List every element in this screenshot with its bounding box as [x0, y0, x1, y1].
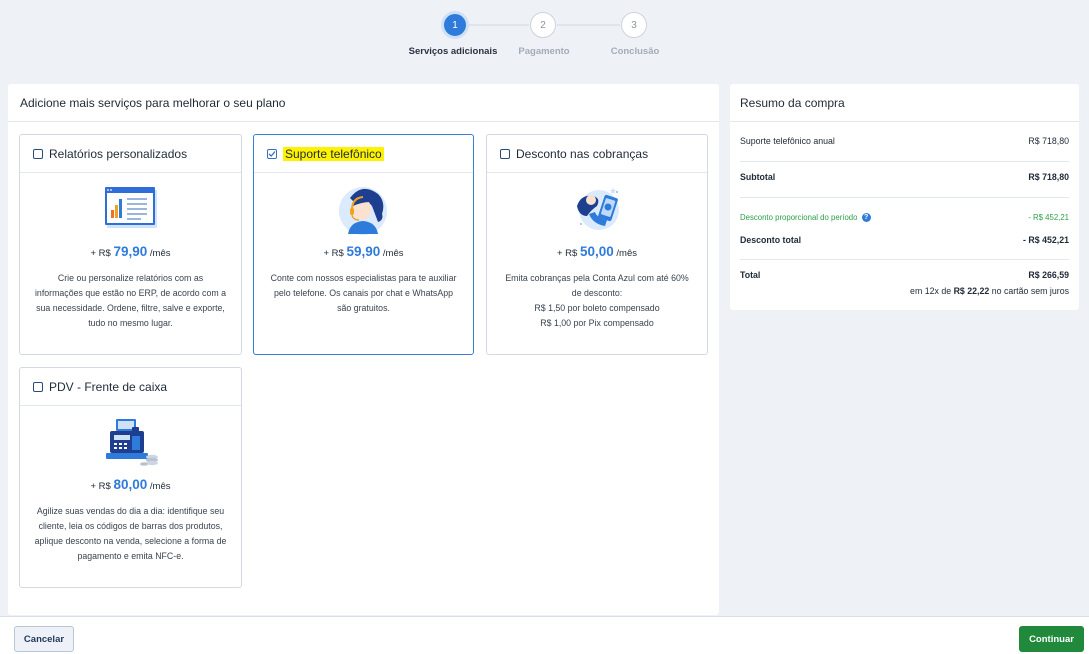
- description-line: sua necessidade. Ordene, filtre, salve e…: [36, 303, 225, 313]
- service-description: Emita cobranças pela Conta Azul com até …: [487, 271, 707, 331]
- progress-stepper: 1 2 3 Serviços adicionais Pagamento Conc…: [0, 6, 1089, 66]
- description-line: tudo no mesmo lugar.: [88, 318, 173, 328]
- service-name: Suporte telefônico: [283, 146, 384, 161]
- services-panel: Adicione mais serviços para melhorar o s…: [8, 84, 719, 615]
- service-card-header[interactable]: Relatórios personalizados: [20, 135, 241, 173]
- step-1-circle: 1: [441, 11, 469, 39]
- summary-item-label: Suporte telefônico anual: [740, 136, 835, 146]
- installments-prefix: em 12x de: [910, 286, 952, 296]
- support-agent-icon: [254, 184, 473, 236]
- service-description: Crie ou personalize relatórios com as in…: [20, 271, 241, 331]
- description-line: Emita cobranças pela Conta Azul com até …: [505, 273, 689, 283]
- cash-register-icon: [20, 417, 241, 469]
- price-suffix: /mês: [382, 248, 404, 259]
- prorata-label: Desconto proporcional do período: [740, 213, 858, 222]
- subtotal-label: Subtotal: [740, 172, 776, 182]
- service-price: + R$ 59,90 /mês: [254, 244, 473, 259]
- total-discount-label: Desconto total: [740, 235, 802, 245]
- service-card-pos[interactable]: PDV - Frente de caixa + R$ 80,00 /mês Ag…: [19, 367, 242, 588]
- service-name: Relatórios personalizados: [49, 146, 188, 161]
- step-2-circle: 2: [530, 12, 556, 38]
- service-card-header[interactable]: PDV - Frente de caixa: [20, 368, 241, 406]
- service-card-header[interactable]: Desconto nas cobranças: [487, 135, 707, 173]
- price-suffix: /mês: [149, 248, 171, 259]
- description-line: de desconto:: [571, 288, 623, 298]
- price-amount: 50,00: [579, 244, 614, 259]
- step-1-label: Serviços adicionais: [408, 46, 498, 57]
- service-description: Agilize suas vendas do dia a dia: identi…: [20, 504, 241, 564]
- help-icon[interactable]: ?: [861, 213, 871, 223]
- services-panel-title: Adicione mais serviços para melhorar o s…: [8, 84, 719, 122]
- service-price: + R$ 80,00 /mês: [20, 477, 241, 492]
- footer-bar: Cancelar Continuar: [0, 616, 1089, 654]
- price-prefix: + R$: [90, 248, 111, 259]
- description-line: pagamento e emita NFC-e.: [77, 551, 184, 561]
- description-line: pelo telefone. Os canais por chat e What…: [274, 288, 453, 298]
- service-card-header[interactable]: Suporte telefônico: [254, 135, 473, 173]
- description-line: Crie ou personalize relatórios com as: [57, 273, 204, 283]
- step-connector: [557, 24, 620, 26]
- cancel-button[interactable]: Cancelar: [14, 626, 74, 652]
- price-suffix: /mês: [616, 248, 637, 259]
- installments-row: em 12x de R$ 22,22 no cartão sem juros: [740, 286, 1069, 296]
- price-amount: 79,90: [113, 244, 148, 259]
- purchase-summary: Resumo da compra Suporte telefônico anua…: [730, 84, 1079, 310]
- divider: [740, 197, 1069, 198]
- report-icon: [20, 184, 241, 236]
- description-line: R$ 1,50 por boleto compensado: [534, 303, 660, 313]
- service-name: Desconto nas cobranças: [516, 146, 649, 161]
- divider: [740, 161, 1069, 162]
- step-2-label: Pagamento: [518, 46, 570, 57]
- description-line: Conte com nossos especialistas para te a…: [270, 273, 457, 283]
- installments-suffix: no cartão sem juros: [991, 286, 1069, 296]
- step-3-label: Conclusão: [610, 46, 660, 57]
- description-line: cliente, leia os códigos de barras dos p…: [38, 521, 223, 531]
- mobile-payment-icon: [487, 184, 707, 236]
- total-discount-value: - R$ 452,21: [1023, 235, 1069, 245]
- step-connector: [467, 24, 529, 26]
- total-row: Total R$ 266,59: [740, 270, 1069, 280]
- summary-item-value: R$ 718,80: [1028, 136, 1069, 146]
- summary-item-row: Suporte telefônico anual R$ 718,80: [740, 136, 1069, 146]
- checkbox[interactable]: [500, 148, 510, 159]
- checkbox-checked[interactable]: [267, 148, 277, 159]
- subtotal-value: R$ 718,80: [1028, 172, 1069, 182]
- description-line: R$ 1,00 por Pix compensado: [540, 318, 654, 328]
- step-3-circle: 3: [621, 12, 647, 38]
- description-line: Agilize suas vendas do dia a dia: identi…: [36, 506, 225, 516]
- description-line: aplique desconto na venda, selecione a f…: [34, 536, 227, 546]
- price-prefix: + R$: [90, 481, 111, 492]
- description-line: informações que estão no ERP, de acordo …: [34, 288, 227, 298]
- description-line: são gratuitos.: [337, 303, 390, 313]
- installments-value: R$ 22,22: [953, 286, 990, 296]
- service-description: Conte com nossos especialistas para te a…: [254, 271, 473, 316]
- total-discount-row: Desconto total - R$ 452,21: [740, 235, 1069, 245]
- service-price: + R$ 50,00 /mês: [487, 244, 707, 259]
- subtotal-row: Subtotal R$ 718,80: [740, 172, 1069, 182]
- service-name: PDV - Frente de caixa: [49, 379, 168, 394]
- service-card-billing-discount[interactable]: Desconto nas cobranças + R$ 50,00 /mês E…: [486, 134, 708, 355]
- service-card-phone-support[interactable]: Suporte telefônico + R$ 59,90 /mês Conte…: [253, 134, 474, 355]
- prorata-discount-row: Desconto proporcional do período ? - R$ …: [740, 213, 1069, 223]
- service-price: + R$ 79,90 /mês: [20, 244, 241, 259]
- price-prefix: + R$: [556, 248, 578, 259]
- divider: [740, 259, 1069, 260]
- checkbox[interactable]: [33, 148, 43, 159]
- checkbox[interactable]: [33, 381, 43, 392]
- price-suffix: /mês: [149, 481, 171, 492]
- summary-title: Resumo da compra: [730, 84, 1079, 122]
- check-icon: [268, 150, 276, 157]
- continue-button[interactable]: Continuar: [1019, 626, 1084, 652]
- prorata-value: - R$ 452,21: [1028, 213, 1069, 222]
- service-card-reports[interactable]: Relatórios personalizados + R$ 79,90 /mê: [19, 134, 242, 355]
- total-label: Total: [740, 270, 761, 280]
- price-amount: 80,00: [113, 477, 148, 492]
- price-prefix: + R$: [323, 248, 344, 259]
- total-value: R$ 266,59: [1028, 270, 1069, 280]
- price-amount: 59,90: [346, 244, 381, 259]
